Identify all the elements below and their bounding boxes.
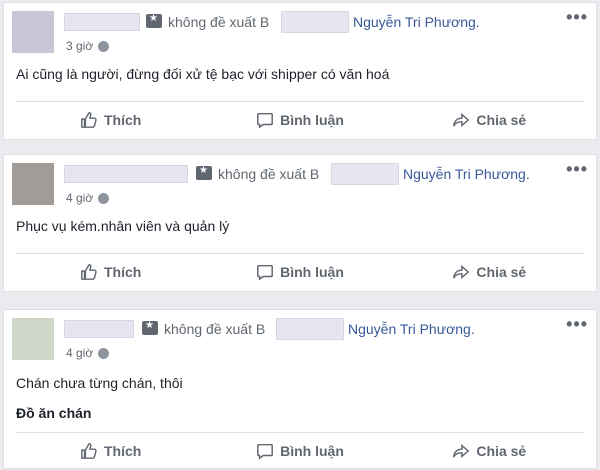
time-text: 4 giờ bbox=[66, 346, 94, 360]
post-content: Chán chưa từng chán, thôi Đồ ăn chán bbox=[4, 368, 596, 422]
more-options-icon[interactable]: ••• bbox=[566, 159, 588, 180]
like-label: Thích bbox=[103, 112, 142, 128]
comment-button[interactable]: Bình luận bbox=[206, 442, 393, 460]
avatar[interactable] bbox=[12, 318, 54, 360]
comment-icon bbox=[257, 443, 274, 460]
post-content: Phục vụ kém.nhân viên và quản lý bbox=[4, 213, 596, 235]
comment-icon bbox=[257, 264, 274, 281]
like-label: Thích bbox=[103, 443, 142, 459]
comment-label: Bình luận bbox=[280, 112, 344, 128]
share-button[interactable]: Chia sẻ bbox=[396, 111, 583, 129]
more-options-icon[interactable]: ••• bbox=[566, 314, 588, 335]
redacted-user-name[interactable] bbox=[64, 165, 188, 183]
thumbs-up-icon bbox=[81, 264, 97, 280]
review-icon bbox=[146, 12, 162, 28]
avatar[interactable] bbox=[12, 11, 54, 53]
globe-icon bbox=[98, 192, 110, 204]
comment-label: Bình luận bbox=[280, 264, 344, 280]
post-card: không đề xuất B Nguyễn Tri Phương. 3 giờ… bbox=[3, 2, 597, 140]
review-icon bbox=[196, 164, 212, 180]
share-icon bbox=[453, 113, 470, 127]
comment-label: Bình luận bbox=[280, 443, 344, 459]
comment-button[interactable]: Bình luận bbox=[206, 111, 393, 129]
comment-icon bbox=[257, 112, 274, 129]
action-bar: Thích Bình luận Chia sẻ bbox=[4, 102, 596, 138]
time-text: 3 giờ bbox=[66, 39, 94, 53]
share-button[interactable]: Chia sẻ bbox=[396, 442, 583, 460]
redacted-page-name[interactable] bbox=[331, 163, 399, 185]
redacted-page-name[interactable] bbox=[281, 11, 349, 33]
redacted-user-name[interactable] bbox=[64, 13, 140, 31]
post-card: không đề xuất B Nguyễn Tri Phương. 4 giờ… bbox=[3, 154, 597, 292]
globe-icon bbox=[98, 347, 110, 359]
review-action-text: không đề xuất B bbox=[168, 14, 270, 30]
post-bold-text: Đồ ăn chán bbox=[16, 405, 92, 421]
redacted-user-name[interactable] bbox=[64, 320, 134, 338]
like-button[interactable]: Thích bbox=[17, 263, 204, 281]
post-timestamp[interactable]: 4 giờ bbox=[66, 346, 110, 360]
thumbs-up-icon bbox=[81, 112, 97, 128]
like-label: Thích bbox=[103, 264, 142, 280]
post-header: không đề xuất B Nguyễn Tri Phương. 3 giờ… bbox=[4, 3, 596, 61]
post-text: Chán chưa từng chán, thôi bbox=[16, 375, 183, 391]
share-icon bbox=[453, 265, 470, 279]
post-timestamp[interactable]: 4 giờ bbox=[66, 191, 110, 205]
review-icon bbox=[142, 319, 158, 335]
review-action-text: không đề xuất B bbox=[164, 321, 266, 337]
action-bar: Thích Bình luận Chia sẻ bbox=[4, 433, 596, 469]
share-label: Chia sẻ bbox=[476, 112, 527, 128]
redacted-page-name[interactable] bbox=[276, 318, 344, 340]
more-options-icon[interactable]: ••• bbox=[566, 7, 588, 28]
post-timestamp[interactable]: 3 giờ bbox=[66, 39, 110, 53]
share-button[interactable]: Chia sẻ bbox=[396, 263, 583, 281]
thumbs-up-icon bbox=[81, 443, 97, 459]
globe-icon bbox=[98, 40, 110, 52]
avatar[interactable] bbox=[12, 163, 54, 205]
like-button[interactable]: Thích bbox=[17, 111, 204, 129]
post-header: không đề xuất B Nguyễn Tri Phương. 4 giờ… bbox=[4, 310, 596, 368]
action-bar: Thích Bình luận Chia sẻ bbox=[4, 254, 596, 290]
share-icon bbox=[453, 444, 470, 458]
like-button[interactable]: Thích bbox=[17, 442, 204, 460]
page-link[interactable]: Nguyễn Tri Phương. bbox=[353, 14, 480, 30]
share-label: Chia sẻ bbox=[476, 264, 527, 280]
post-text: Ai cũng là người, đừng đối xử tệ bạc với… bbox=[16, 66, 390, 82]
comment-button[interactable]: Bình luận bbox=[206, 263, 393, 281]
page-link[interactable]: Nguyễn Tri Phương. bbox=[403, 166, 530, 182]
share-label: Chia sẻ bbox=[476, 443, 527, 459]
post-content: Ai cũng là người, đừng đối xử tệ bạc với… bbox=[4, 61, 596, 83]
time-text: 4 giờ bbox=[66, 191, 94, 205]
post-card: không đề xuất B Nguyễn Tri Phương. 4 giờ… bbox=[3, 309, 597, 469]
review-action-text: không đề xuất B bbox=[218, 166, 320, 182]
post-header: không đề xuất B Nguyễn Tri Phương. 4 giờ… bbox=[4, 155, 596, 213]
post-text: Phục vụ kém.nhân viên và quản lý bbox=[16, 218, 230, 234]
page-link[interactable]: Nguyễn Tri Phương. bbox=[348, 321, 475, 337]
